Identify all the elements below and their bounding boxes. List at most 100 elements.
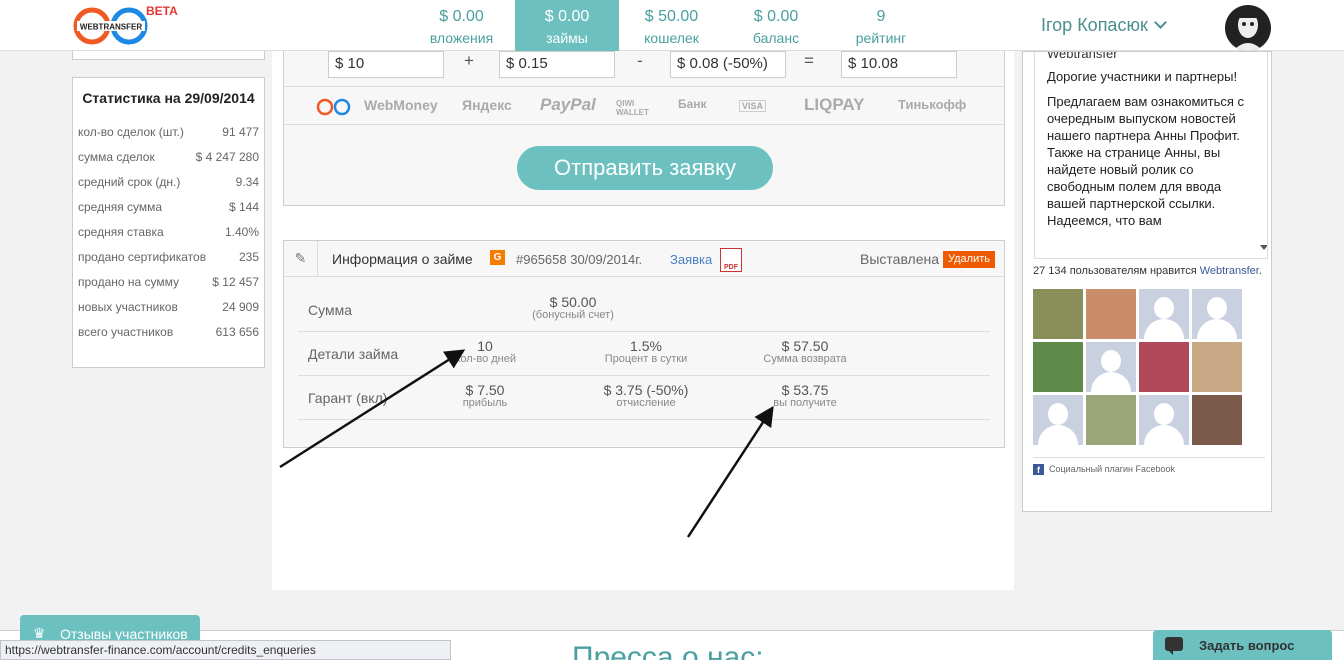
pencil-icon[interactable]: ✎ [284,241,318,276]
discount-input[interactable]: $ 0.08 (-50%) [670,51,786,78]
yandex-logo[interactable]: Яндекс [462,97,512,113]
header-stat-rating[interactable]: 9 рейтинг [828,0,934,51]
stat-row-value: 613 656 [215,324,259,339]
cell-value: $ 7.50 [465,382,505,398]
fan-avatar[interactable] [1139,342,1189,392]
user-menu[interactable]: Ігор Копасюк [1041,15,1167,36]
stat-row: новых участников 24 909 [73,294,264,319]
fan-avatar[interactable] [1139,395,1189,445]
fan-avatar[interactable] [1192,395,1242,445]
cell-value: 1.5% [630,338,662,354]
stat-row: средняя сумма $ 144 [73,194,264,219]
webtransfer-pay-icon[interactable] [316,98,352,116]
paypal-logo[interactable]: PayPal [540,95,596,115]
stat-row: сумма сделок $ 4 247 280 [73,144,264,169]
fan-avatar[interactable] [1033,395,1083,445]
top-header: WEBTRANSFER BETA $ 0.00 вложения $ 0.00 … [0,0,1344,51]
news-box[interactable]: Webtransfer Дорогие участники и партнеры… [1034,52,1268,259]
stat-row: средняя ставка 1.40% [73,219,264,244]
stat-label: займы [546,30,588,46]
avatar[interactable] [1225,5,1271,51]
header-stat-balance[interactable]: $ 0.00 баланс [724,0,828,51]
receive-cell: $ 53.75 вы получите [745,382,865,409]
liqpay-logo[interactable]: LIQPAY [804,95,864,115]
amount-input[interactable]: $ 10 [328,51,444,78]
total-input[interactable]: $ 10.08 [841,51,957,78]
bank-logo[interactable]: Банк [678,97,707,111]
header-stat-investments[interactable]: $ 0.00 вложения [408,0,515,51]
fan-avatar[interactable] [1086,289,1136,339]
request-link[interactable]: Заявка [670,252,712,267]
loan-info-title: Информация о займе [332,251,473,267]
tinkoff-logo[interactable]: Тинькофф [898,97,966,112]
cell-sub: (бонусный счет) [532,309,614,321]
loan-number: #965658 30/09/2014г. [516,252,643,267]
statistics-panel: Статистика на 29/09/2014 кол-во сделок (… [72,77,265,368]
fan-avatar[interactable] [1139,289,1189,339]
stat-row-label: средняя сумма [78,199,163,214]
plugin-label: Социальный плагин Facebook [1049,464,1176,474]
news-paragraph: Предлагаем вам ознакомиться с очередным … [1047,94,1245,228]
webtransfer-logo[interactable]: WEBTRANSFER [72,6,152,46]
stat-row: продано на сумму $ 12 457 [73,269,264,294]
stat-row-value: 1.40% [224,224,259,239]
stat-row-value: $ 12 457 [212,274,259,289]
chat-icon [1165,637,1183,655]
header-stat-loans[interactable]: $ 0.00 займы [515,0,619,51]
stat-label: кошелек [644,30,699,46]
stat-row-label: средняя ставка [78,224,164,239]
cell-sub: прибыль [462,397,508,409]
qiwi-logo[interactable]: QIWI WALLET [616,99,656,117]
logo-text: WEBTRANSFER [80,23,142,32]
ask-question-label: Задать вопрос [1199,638,1295,653]
news-paragraph: Дорогие участники и партнеры! [1047,69,1238,84]
stat-row-value: 235 [238,249,259,264]
news-title: Webtransfer [1047,52,1118,61]
scroll-down-icon[interactable] [1260,245,1267,250]
likes-text: 27 134 пользователям нравится [1033,265,1197,277]
plus-sign: + [464,51,474,70]
pdf-icon[interactable]: PDF [720,248,742,272]
browser-status-url: https://webtransfer-finance.com/account/… [0,640,451,660]
likes-link[interactable]: Webtransfer [1200,265,1259,277]
loan-calculator: $ 10 + $ 0.15 - $ 0.08 (-50%) = $ 10.08 … [283,51,1005,206]
fee-input[interactable]: $ 0.15 [499,51,615,78]
cell-sub: отчисление [616,397,676,409]
visa-logo[interactable]: VISA [739,100,767,112]
cell-value: $ 3.75 (-50%) [603,382,689,398]
loan-row-sum: Сумма $ 50.00 (бонусный счет) [298,288,990,332]
facebook-icon: f [1033,464,1044,476]
row-label: Детали займа [308,346,399,362]
fan-avatar[interactable] [1192,342,1242,392]
delete-button[interactable]: Удалить [943,251,995,268]
loan-info-header: ✎ Информация о займе G #965658 30/09/201… [284,241,1004,277]
main-content: $ 10 + $ 0.15 - $ 0.08 (-50%) = $ 10.08 … [272,51,1014,590]
facebook-likes: 27 134 пользователям нравится Webtransfe… [1033,265,1262,277]
stat-row-value: 91 477 [222,124,259,139]
fan-avatar[interactable] [1033,342,1083,392]
webmoney-logo[interactable]: WebMoney [364,97,438,113]
press-title: Пресса о нас: [572,641,764,660]
stat-value: $ 0.00 [439,8,484,25]
fan-avatar[interactable] [1086,342,1136,392]
cell-value: 10 [477,338,493,354]
days-cell: 10 Кол-во дней [425,338,545,365]
cell-sub: Процент в сутки [604,353,688,365]
stat-row-label: всего участников [78,324,174,339]
chevron-down-icon [1153,16,1167,29]
stat-row-value: 24 909 [222,299,259,314]
fan-avatar[interactable] [1086,395,1136,445]
stat-row-label: новых участников [78,299,178,314]
fan-avatar[interactable] [1033,289,1083,339]
header-stat-wallet[interactable]: $ 50.00 кошелек [619,0,724,51]
loan-status: Выставлена [860,251,940,267]
submit-request-button[interactable]: Отправить заявку [517,146,773,190]
stat-row-value: 9.34 [235,174,259,189]
stat-row-label: средний срок (дн.) [78,174,181,189]
cell-sub: вы получите [773,397,837,409]
ask-question-button[interactable]: Задать вопрос [1153,630,1332,660]
facebook-plugin-footer[interactable]: f Социальный плагин Facebook [1033,457,1265,476]
stat-value: 9 [876,8,886,25]
fan-avatar[interactable] [1192,289,1242,339]
stat-row-label: сумма сделок [78,149,155,164]
